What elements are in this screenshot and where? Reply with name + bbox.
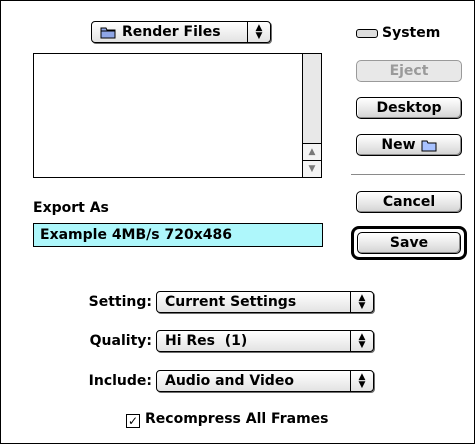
folder-icon (100, 25, 116, 39)
recompress-checkbox[interactable]: ✓ (126, 414, 140, 428)
popup-arrows-icon: ▲ ▼ (350, 371, 373, 391)
quality-label: Quality: (89, 333, 152, 349)
save-button[interactable]: Save (357, 232, 461, 254)
export-name-field[interactable]: Example 4MB/s 720x486 (33, 223, 323, 247)
volume-indicator: System (356, 25, 440, 41)
new-folder-icon (421, 138, 437, 152)
new-folder-button[interactable]: New (356, 134, 462, 156)
popup-arrows-icon: ▲ ▼ (247, 22, 270, 42)
popup-arrows-icon: ▲ ▼ (350, 292, 373, 312)
desktop-button[interactable]: Desktop (356, 97, 462, 119)
setting-value: Current Settings (165, 294, 297, 310)
include-value: Audio and Video (165, 373, 294, 389)
export-as-label: Export As (33, 200, 109, 216)
recompress-label: Recompress All Frames (145, 411, 329, 427)
button-divider (351, 174, 465, 175)
popup-arrows-icon: ▲ ▼ (350, 331, 373, 351)
scroll-up-icon[interactable]: ▲ (303, 143, 321, 160)
scroll-down-icon[interactable]: ▼ (303, 160, 321, 177)
volume-label: System (382, 25, 441, 41)
eject-button[interactable]: Eject (356, 60, 462, 82)
file-list-scrollbar[interactable]: ▲ ▼ (303, 53, 322, 178)
include-label: Include: (88, 373, 152, 389)
setting-popup[interactable]: Current Settings ▲ ▼ (156, 291, 374, 313)
cancel-button[interactable]: Cancel (356, 191, 462, 213)
quality-popup[interactable]: Hi Res (1) ▲ ▼ (156, 330, 374, 352)
export-save-dialog: Render Files ▲ ▼ System ▲ ▼ Eject Desktop… (0, 0, 475, 444)
folder-popup[interactable]: Render Files ▲ ▼ (91, 21, 271, 43)
include-popup[interactable]: Audio and Video ▲ ▼ (156, 370, 374, 392)
file-list[interactable] (33, 53, 303, 178)
new-label: New (381, 137, 416, 153)
drive-icon (356, 28, 378, 38)
quality-value: Hi Res (1) (165, 333, 248, 349)
setting-label: Setting: (88, 294, 152, 310)
folder-popup-label: Render Files (122, 24, 221, 40)
